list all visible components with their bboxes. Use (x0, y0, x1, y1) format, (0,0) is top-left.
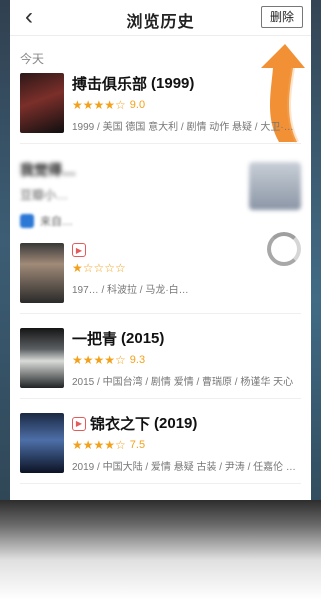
star-rating-icon: ★★★★☆ (72, 353, 126, 367)
divider (20, 483, 301, 484)
star-rating-icon: ★★★★☆ (72, 98, 126, 112)
item-title: 搏击俱乐部 (72, 76, 148, 93)
history-item-jin-yi-zhi-xia[interactable]: ▶ 锦衣之下 (2019) ★★★★☆ 7.5 2019 / 中国大陆 / 爱情… (20, 413, 301, 473)
item-meta: 2019 / 中国大陆 / 爱情 悬疑 古装 / 尹涛 / 任嘉伦 谭松韵 (72, 462, 301, 473)
bottom-blurred-overlay (0, 500, 321, 600)
history-item-fight-club[interactable]: 搏击俱乐部 (1999) ★★★★☆ 9.0 1999 / 美国 德国 意大利 … (20, 73, 301, 133)
movie-poster (20, 73, 64, 133)
blurred-source: 来自… (20, 213, 301, 229)
movie-poster (20, 413, 64, 473)
item-title: 锦衣之下 (90, 416, 151, 433)
history-item-info: 搏击俱乐部 (1999) ★★★★☆ 9.0 1999 / 美国 德国 意大利 … (72, 73, 301, 133)
history-item-info: 一把青 (2015) ★★★★☆ 9.3 2015 / 中国台湾 / 剧情 爱情… (72, 328, 301, 388)
rating: ★★★★☆ 7.5 (72, 438, 301, 452)
blurred-recommendation[interactable]: 我觉得… 豆瓣小… 来自… (10, 160, 311, 229)
history-item-info: ▶ 锦衣之下 (2019) ★★★★☆ 7.5 2019 / 中国大陆 / 爱情… (72, 413, 301, 473)
title-row: ▶ (72, 243, 301, 257)
title-row: 搏击俱乐部 (1999) (72, 73, 301, 94)
item-meta: 197… / 科波拉 / 马龙·白… (72, 285, 189, 296)
history-item-info: ▶ ★☆☆☆☆ 197… / 科波拉 / 马龙·白… (72, 243, 301, 296)
movie-poster (20, 243, 64, 303)
item-meta: 2015 / 中国台湾 / 剧情 爱情 / 曹瑞原 / 杨谨华 天心 (72, 377, 294, 388)
title-row: ▶ 锦衣之下 (2019) (72, 413, 301, 434)
play-badge-icon: ▶ (72, 243, 86, 257)
rating: ★★★★☆ 9.0 (72, 98, 301, 112)
star-rating-icon: ★★★★☆ (72, 438, 126, 452)
star-rating-icon: ★☆☆☆☆ (72, 261, 126, 275)
item-year: (1999) (151, 75, 195, 92)
item-meta: 1999 / 美国 德国 意大利 / 剧情 动作 悬疑 / 大卫·芬奇 (72, 122, 301, 133)
rating: ★☆☆☆☆ (72, 261, 301, 275)
history-list-more: ▶ ★☆☆☆☆ 197… / 科波拉 / 马龙·白… 一把青 (2015) ★★… (10, 229, 311, 484)
browse-history-panel: ‹ 浏览历史 删除 今天 搏击俱乐部 (1999) ★★★★☆ 9.0 1999 (10, 0, 311, 500)
play-badge-icon: ▶ (72, 416, 86, 431)
title-row: 一把青 (2015) (72, 328, 301, 349)
delete-button[interactable]: 删除 (260, 6, 303, 28)
source-logo-icon (20, 214, 34, 228)
item-year: (2015) (121, 330, 165, 347)
movie-poster (20, 328, 64, 388)
history-item-blurred[interactable]: ▶ ★☆☆☆☆ 197… / 科波拉 / 马龙·白… (20, 243, 301, 303)
rating: ★★★★☆ 9.3 (72, 353, 301, 367)
top-bar: ‹ 浏览历史 删除 (10, 0, 311, 36)
rating-score: 7.5 (129, 439, 146, 451)
rating-score: 9.3 (129, 354, 146, 366)
item-year: (2019) (154, 415, 198, 432)
rating-score: 9.0 (129, 99, 146, 111)
blurred-thumbnail (249, 162, 301, 210)
source-text: 来自… (40, 216, 73, 228)
item-title: 一把青 (72, 331, 118, 348)
history-item-yi-ba-qing[interactable]: 一把青 (2015) ★★★★☆ 9.3 2015 / 中国台湾 / 剧情 爱情… (20, 328, 301, 388)
